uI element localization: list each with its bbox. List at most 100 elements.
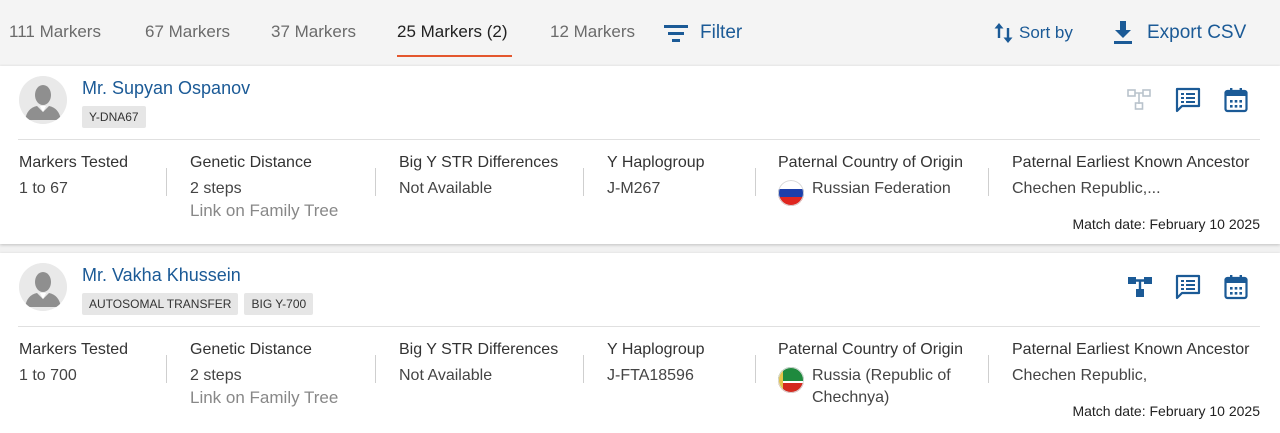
match-actions <box>1126 273 1250 301</box>
ancestor-value: Chechen Republic,... <box>1012 180 1161 197</box>
sort-arrows-icon <box>994 23 1013 43</box>
sort-label: Sort by <box>1019 23 1073 42</box>
family-tree-link[interactable]: Link on Family Tree <box>190 387 338 409</box>
tab-67-markers[interactable]: 67 Markers <box>145 22 230 42</box>
ancestor-label: Paternal Earliest Known Ancestor <box>1012 341 1250 358</box>
ancestor-value: Chechen Republic, <box>1012 367 1148 384</box>
match-name[interactable]: Mr. Supyan Ospanov <box>82 78 250 99</box>
genetic-distance-label: Genetic Distance <box>190 341 312 358</box>
divider <box>18 139 1260 140</box>
haplogroup-value: J-M267 <box>607 180 661 197</box>
notes-icon <box>1175 274 1201 300</box>
country-value: Russian Federation <box>812 180 951 197</box>
genetic-distance-value: 2 steps <box>190 367 242 384</box>
big-y-value: Not Available <box>399 367 493 384</box>
family-tree-button[interactable] <box>1126 273 1154 301</box>
match-date: Match date: February 10 2025 <box>1072 216 1260 232</box>
column-separator <box>988 168 989 196</box>
person-silhouette-icon <box>19 76 67 124</box>
match-date: Match date: February 10 2025 <box>1072 403 1260 419</box>
big-y-label: Big Y STR Differences <box>399 341 559 358</box>
markers-tested-value: 1 to 67 <box>19 180 68 197</box>
tab-37-markers[interactable]: 37 Markers <box>271 22 356 42</box>
download-icon <box>1114 21 1132 44</box>
country-value-text: Russia (Republic of Chechnya) <box>812 365 951 409</box>
markers-tested-label: Markers Tested <box>19 154 129 171</box>
chechnya-flag-icon <box>778 367 804 393</box>
notes-button[interactable] <box>1174 86 1202 114</box>
results-toolbar: 111 Markers 67 Markers 37 Markers 25 Mar… <box>0 0 1280 64</box>
avatar <box>19 263 67 311</box>
haplogroup-column: Y Haplogroup J-M267 <box>607 153 705 200</box>
country-label: Paternal Country of Origin <box>778 154 963 171</box>
test-badges: AUTOSOMAL TRANSFER BIG Y-700 <box>82 293 314 315</box>
haplogroup-label: Y Haplogroup <box>607 341 705 358</box>
calendar-button[interactable] <box>1222 273 1250 301</box>
match-card: Mr. Vakha Khussein AUTOSOMAL TRANSFER BI… <box>0 253 1280 433</box>
test-badge: BIG Y-700 <box>244 293 314 315</box>
column-separator <box>755 168 756 196</box>
calendar-icon <box>1224 88 1248 113</box>
column-separator <box>988 355 989 383</box>
export-csv-button[interactable]: Export CSV <box>1112 20 1246 46</box>
tab-25-markers[interactable]: 25 Markers (2) <box>397 22 508 42</box>
markers-tested-column: Markers Tested 1 to 67 <box>19 153 128 200</box>
active-tab-indicator <box>397 55 512 57</box>
filter-label: Filter <box>700 22 743 43</box>
person-silhouette-icon <box>19 263 67 311</box>
column-separator <box>375 168 376 196</box>
genetic-distance-column: Genetic Distance 2 steps Link on Family … <box>190 340 338 409</box>
divider <box>18 326 1260 327</box>
country-value: Russia (Republic of <box>812 367 951 384</box>
family-tree-link[interactable]: Link on Family Tree <box>190 200 338 222</box>
ancestor-column: Paternal Earliest Known Ancestor Chechen… <box>1012 153 1249 200</box>
filter-button[interactable]: Filter <box>664 20 742 46</box>
export-csv-label: Export CSV <box>1147 22 1247 43</box>
column-separator <box>755 355 756 383</box>
ancestor-column: Paternal Earliest Known Ancestor Chechen… <box>1012 340 1249 387</box>
calendar-button[interactable] <box>1222 86 1250 114</box>
genetic-distance-label: Genetic Distance <box>190 154 312 171</box>
big-y-column: Big Y STR Differences Not Available <box>399 153 558 200</box>
country-label: Paternal Country of Origin <box>778 341 963 358</box>
markers-tested-label: Markers Tested <box>19 341 129 358</box>
genetic-distance-column: Genetic Distance 2 steps Link on Family … <box>190 153 338 222</box>
big-y-value: Not Available <box>399 180 493 197</box>
notes-icon <box>1175 87 1201 113</box>
haplogroup-column: Y Haplogroup J-FTA18596 <box>607 340 705 387</box>
column-separator <box>166 168 167 196</box>
avatar <box>19 76 67 124</box>
notes-button[interactable] <box>1174 273 1202 301</box>
genetic-distance-value: 2 steps <box>190 180 242 197</box>
big-y-column: Big Y STR Differences Not Available <box>399 340 558 387</box>
country-value-continued: Chechnya) <box>812 389 890 406</box>
filter-icon <box>664 25 688 42</box>
test-badges: Y-DNA67 <box>82 106 146 128</box>
markers-tested-column: Markers Tested 1 to 700 <box>19 340 128 387</box>
country-value-row: Russian Federation <box>778 178 963 206</box>
column-separator <box>375 355 376 383</box>
match-name[interactable]: Mr. Vakha Khussein <box>82 265 241 286</box>
column-separator <box>583 168 584 196</box>
calendar-icon <box>1224 275 1248 300</box>
country-column: Paternal Country of Origin Russia (Repub… <box>778 340 963 409</box>
family-tree-icon <box>1127 89 1151 110</box>
test-badge: Y-DNA67 <box>82 106 146 128</box>
sort-button[interactable]: Sort by <box>994 20 1073 46</box>
russia-flag-icon <box>778 180 804 206</box>
haplogroup-label: Y Haplogroup <box>607 154 705 171</box>
country-column: Paternal Country of Origin Russian Feder… <box>778 153 963 206</box>
column-separator <box>166 355 167 383</box>
markers-tested-value: 1 to 700 <box>19 367 77 384</box>
match-actions <box>1126 86 1250 114</box>
family-tree-button[interactable] <box>1126 86 1154 114</box>
country-value-row: Russia (Republic of Chechnya) <box>778 365 963 409</box>
column-separator <box>583 355 584 383</box>
big-y-label: Big Y STR Differences <box>399 154 559 171</box>
tab-12-markers[interactable]: 12 Markers <box>550 22 635 42</box>
family-tree-icon <box>1128 277 1152 297</box>
ancestor-label: Paternal Earliest Known Ancestor <box>1012 154 1250 171</box>
tab-111-markers[interactable]: 111 Markers <box>9 22 101 42</box>
test-badge: AUTOSOMAL TRANSFER <box>82 293 239 315</box>
match-card: Mr. Supyan Ospanov Y-DNA67 Markers Teste… <box>0 66 1280 244</box>
